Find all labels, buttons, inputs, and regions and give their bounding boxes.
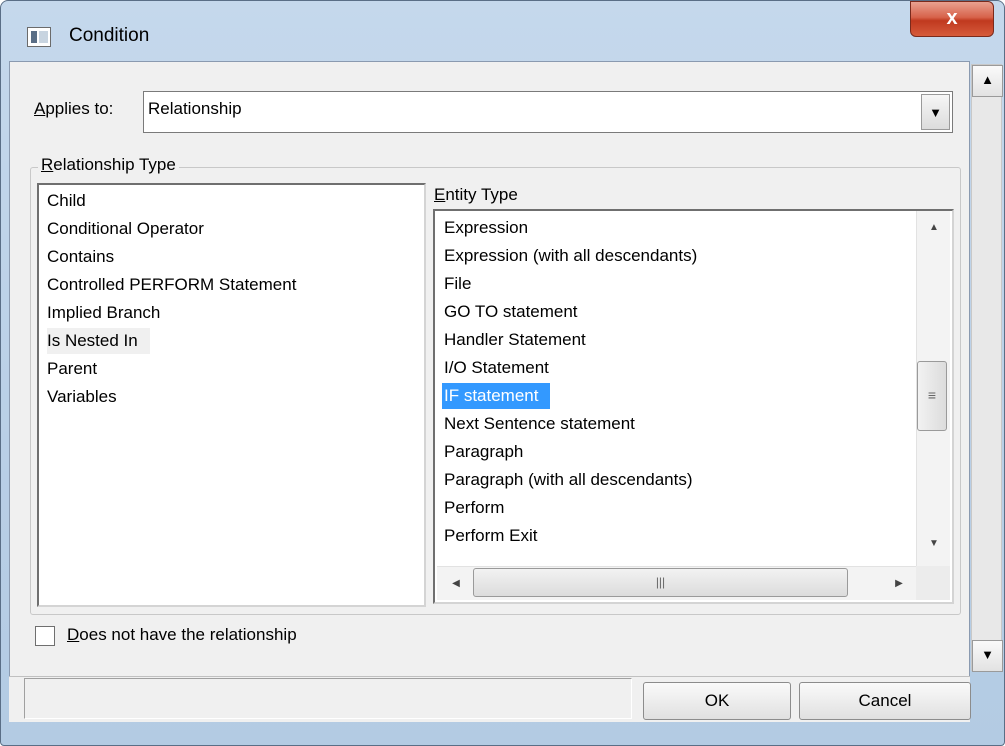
entity-list-item[interactable]: File	[444, 271, 471, 297]
ok-button[interactable]: OK	[643, 682, 791, 720]
not-have-relationship-checkbox[interactable]	[35, 626, 55, 646]
scroll-up-icon[interactable]: ▲	[917, 215, 951, 241]
scrollbar-corner	[916, 566, 950, 600]
entity-list-item[interactable]: Paragraph (with all descendants)	[444, 467, 693, 493]
entity-list-item[interactable]: GO TO statement	[444, 299, 578, 325]
cancel-button[interactable]: Cancel	[799, 682, 971, 720]
entity-list-item[interactable]: I/O Statement	[444, 355, 549, 381]
relationship-list-item[interactable]: Is Nested In	[47, 328, 150, 354]
entity-list-item[interactable]: Expression (with all descendants)	[444, 243, 697, 269]
applies-to-combobox[interactable]	[143, 91, 953, 133]
entity-list-item[interactable]: Handler Statement	[444, 327, 586, 353]
app-icon	[27, 27, 51, 47]
scroll-right-icon[interactable]: ▶	[882, 571, 916, 597]
entity-type-label: Entity Type	[434, 185, 518, 204]
dropdown-arrow-icon[interactable]: ▼	[921, 94, 950, 130]
relationship-list-item[interactable]: Conditional Operator	[47, 216, 204, 242]
relationship-list-item[interactable]: Parent	[47, 356, 97, 382]
scroll-down-icon[interactable]: ▼	[917, 531, 951, 557]
relationship-type-list[interactable]: Child Conditional Operator Contains Control…	[37, 183, 426, 607]
scroll-down-icon[interactable]: ▼	[972, 640, 1003, 672]
entity-list-item[interactable]: Perform	[444, 495, 504, 521]
close-button[interactable]: x	[910, 1, 994, 37]
entity-list-item[interactable]: IF statement	[442, 383, 551, 409]
horizontal-scroll-thumb[interactable]: |||	[473, 568, 848, 597]
relationship-list-item[interactable]: Contains	[47, 244, 114, 270]
entity-list-item[interactable]: Expression	[444, 215, 528, 241]
relationship-list-item[interactable]: Controlled PERFORM Statement	[47, 272, 296, 298]
relationship-list-item[interactable]: Variables	[47, 384, 117, 410]
applies-to-value: Relationship	[148, 99, 242, 118]
vertical-scroll-thumb[interactable]: ≡	[917, 361, 947, 431]
dialog-vertical-scrollbar[interactable]: ▲ ▼	[971, 64, 1003, 672]
status-panel	[24, 678, 632, 719]
relationship-list-item[interactable]: Child	[47, 188, 86, 214]
window-title: Condition	[69, 25, 150, 46]
relationship-list-item[interactable]: Implied Branch	[47, 300, 160, 326]
entity-list-item[interactable]: Next Sentence statement	[444, 411, 635, 437]
relationship-type-label: Relationship Type	[38, 155, 179, 175]
entity-list-item[interactable]: Paragraph	[444, 439, 523, 465]
scroll-left-icon[interactable]: ◀	[439, 571, 473, 597]
not-have-relationship-label[interactable]: Does not have the relationship	[67, 625, 297, 645]
entity-list-item[interactable]: Perform Exit	[444, 523, 538, 549]
applies-to-label: Applies to:	[34, 99, 114, 118]
entity-type-list[interactable]: Expression Expression (with all descendan…	[433, 209, 954, 604]
scroll-up-icon[interactable]: ▲	[972, 65, 1003, 97]
